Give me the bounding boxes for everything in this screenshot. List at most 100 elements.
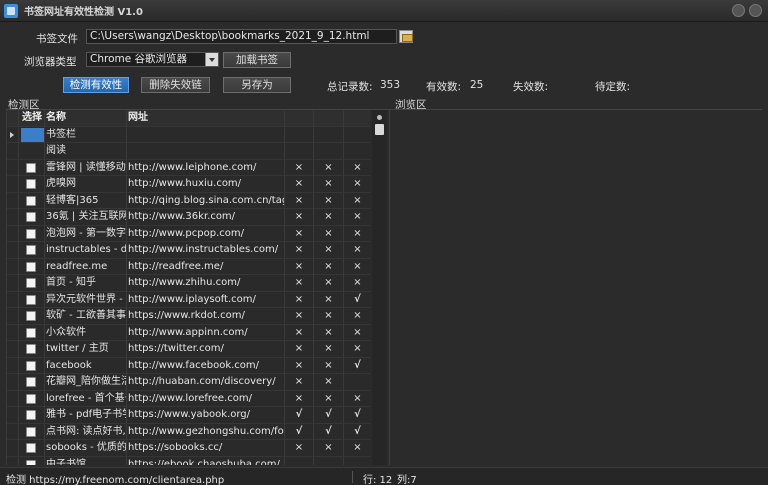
row-checkbox[interactable]	[26, 344, 36, 354]
select-cell[interactable]	[19, 176, 45, 192]
bookmark-file-input[interactable]: C:\Users\wangz\Desktop\bookmarks_2021_9_…	[86, 29, 397, 44]
row-url[interactable]: http://www.lorefree.com/	[127, 390, 285, 407]
check-validity-button[interactable]: 检测有效性	[63, 77, 129, 93]
header-name[interactable]: 名称	[45, 110, 127, 126]
select-cell[interactable]	[19, 159, 45, 176]
row-url[interactable]: http://qing.blog.sina.com.cn/tag/365	[127, 192, 285, 209]
bookmark-grid[interactable]: 选择 名称 网址 书签栏 阅读 雷锋网 | 读懂移动互 http://www.le…	[6, 110, 370, 465]
row-checkbox[interactable]	[26, 179, 36, 189]
row-checkbox[interactable]	[26, 443, 36, 453]
table-row[interactable]: sobooks - 优质的 https://sobooks.cc/× × ×	[7, 440, 370, 457]
row-checkbox[interactable]	[26, 459, 36, 465]
row-url[interactable]: http://www.facebook.com/	[127, 357, 285, 374]
row-checkbox[interactable]	[26, 245, 36, 255]
folder-row[interactable]: 阅读	[7, 143, 370, 160]
row-url[interactable]: http://readfree.me/	[127, 258, 285, 275]
table-row[interactable]: twitter / 主页 https://twitter.com/× × ×	[7, 341, 370, 358]
table-row[interactable]: 虎嗅网 http://www.huxiu.com/× × ×	[7, 176, 370, 193]
row-checkbox[interactable]	[26, 278, 36, 288]
select-cell[interactable]	[19, 456, 45, 465]
select-cell[interactable]	[19, 440, 45, 456]
row-checkbox[interactable]	[26, 311, 36, 321]
folder-open-icon[interactable]	[399, 30, 413, 43]
table-row[interactable]: 36氪 | 关注互联网创http://www.36kr.com/×××	[7, 209, 370, 226]
scroll-thumb[interactable]	[375, 124, 384, 135]
row-checkbox[interactable]	[26, 360, 36, 371]
select-cell[interactable]	[19, 407, 45, 423]
save-as-button[interactable]: 另存为	[223, 77, 291, 93]
table-row[interactable]: 轻博客|365http://qing.blog.sina.com.cn/tag/…	[7, 192, 370, 209]
folder-row[interactable]: 书签栏	[7, 126, 370, 143]
folder-select-cell[interactable]	[19, 143, 45, 159]
row-url[interactable]: https://sobooks.cc/	[127, 440, 285, 456]
row-checkbox[interactable]	[26, 228, 36, 239]
row-url[interactable]: http://www.zhihu.com/	[127, 275, 285, 291]
header-col-4[interactable]	[285, 110, 314, 126]
select-cell[interactable]	[19, 275, 45, 291]
header-col-5[interactable]	[314, 110, 344, 126]
row-checkbox[interactable]	[26, 212, 36, 222]
row-url[interactable]: http://www.instructables.com/	[127, 242, 285, 258]
row-checkbox[interactable]	[26, 294, 36, 305]
row-checkbox[interactable]	[26, 195, 36, 206]
row-url[interactable]: https://ebook.chaoshuba.com/	[127, 456, 285, 465]
table-row[interactable]: 泡泡网 - 第一数字产 http://www.pcpop.com/× × ×	[7, 225, 370, 242]
table-row[interactable]: facebook http://www.facebook.com/× × √	[7, 357, 370, 374]
load-bookmarks-button[interactable]: 加载书签	[223, 52, 291, 68]
table-row[interactable]: readfree.me http://readfree.me/× × ×	[7, 258, 370, 275]
select-cell[interactable]	[19, 242, 45, 258]
select-cell[interactable]	[19, 324, 45, 341]
row-checkbox[interactable]	[26, 426, 36, 437]
select-cell[interactable]	[19, 291, 45, 308]
select-cell[interactable]	[19, 192, 45, 209]
select-cell[interactable]	[19, 357, 45, 374]
row-checkbox[interactable]	[26, 162, 36, 173]
grid-scrollbar[interactable]	[372, 110, 387, 465]
table-row[interactable]: 点书网: 读点好书,http://www.gezhongshu.com/foru…	[7, 423, 370, 440]
row-url[interactable]: http://www.leiphone.com/	[127, 159, 285, 176]
table-row[interactable]: 中子书馆 https://ebook.chaoshuba.com/	[7, 456, 370, 465]
table-row[interactable]: 首页 - 知乎 http://www.zhihu.com/× × ×	[7, 275, 370, 292]
table-row[interactable]: lorefree - 首个基于 http://www.lorefree.com/×…	[7, 390, 370, 407]
row-url[interactable]: http://www.appinn.com/	[127, 324, 285, 341]
row-url[interactable]: https://www.rkdot.com/	[127, 308, 285, 324]
row-checkbox[interactable]	[26, 261, 36, 272]
table-row[interactable]: 花瓣网_陪你做生活 http://huaban.com/discovery/× ×	[7, 374, 370, 391]
header-select[interactable]: 选择	[19, 110, 45, 126]
table-row[interactable]: instructables - diy http://www.instructab…	[7, 242, 370, 259]
row-url[interactable]: http://www.36kr.com/	[127, 209, 285, 225]
table-row[interactable]: 雷锋网 | 读懂移动互 http://www.leiphone.com/× × ×	[7, 159, 370, 176]
row-checkbox[interactable]	[26, 377, 36, 387]
table-row[interactable]: 异次元软件世界 - 软 http://www.iplaysoft.com/× × √	[7, 291, 370, 308]
table-row[interactable]: 软矿 - 工欲善其事,必https://www.rkdot.com/×××	[7, 308, 370, 325]
row-checkbox[interactable]	[26, 327, 36, 338]
row-url[interactable]: http://www.iplaysoft.com/	[127, 291, 285, 308]
select-cell[interactable]	[19, 209, 45, 225]
browser-select[interactable]: Chrome 谷歌浏览器	[86, 52, 219, 67]
row-url[interactable]: https://www.yabook.org/	[127, 407, 285, 423]
select-cell[interactable]	[19, 258, 45, 275]
close-button[interactable]	[749, 4, 762, 17]
select-cell[interactable]	[19, 390, 45, 407]
table-row[interactable]: 小众软件 http://www.appinn.com/× × ×	[7, 324, 370, 341]
row-checkbox[interactable]	[26, 393, 36, 404]
table-row[interactable]: 雅书 - pdf电子书学习https://www.yabook.org/√√√	[7, 407, 370, 424]
header-url[interactable]: 网址	[127, 110, 285, 126]
row-url[interactable]: https://twitter.com/	[127, 341, 285, 357]
header-col-6[interactable]	[344, 110, 370, 126]
select-cell[interactable]	[19, 308, 45, 324]
chevron-down-icon[interactable]	[205, 53, 218, 66]
row-url[interactable]: http://www.huxiu.com/	[127, 176, 285, 192]
row-url[interactable]: http://huaban.com/discovery/	[127, 374, 285, 390]
row-url[interactable]: http://www.pcpop.com/	[127, 225, 285, 242]
select-cell[interactable]	[19, 423, 45, 440]
row-url[interactable]: http://www.gezhongshu.com/forum.ph	[127, 423, 285, 440]
folder-select-cell[interactable]	[19, 126, 45, 143]
row-checkbox[interactable]	[26, 410, 36, 420]
scroll-up-icon[interactable]	[377, 115, 382, 120]
select-cell[interactable]	[19, 341, 45, 357]
preview-pane[interactable]	[389, 110, 762, 465]
select-cell[interactable]	[19, 374, 45, 390]
remove-invalid-button[interactable]: 删除失效链	[141, 77, 210, 93]
minimize-button[interactable]	[732, 4, 745, 17]
